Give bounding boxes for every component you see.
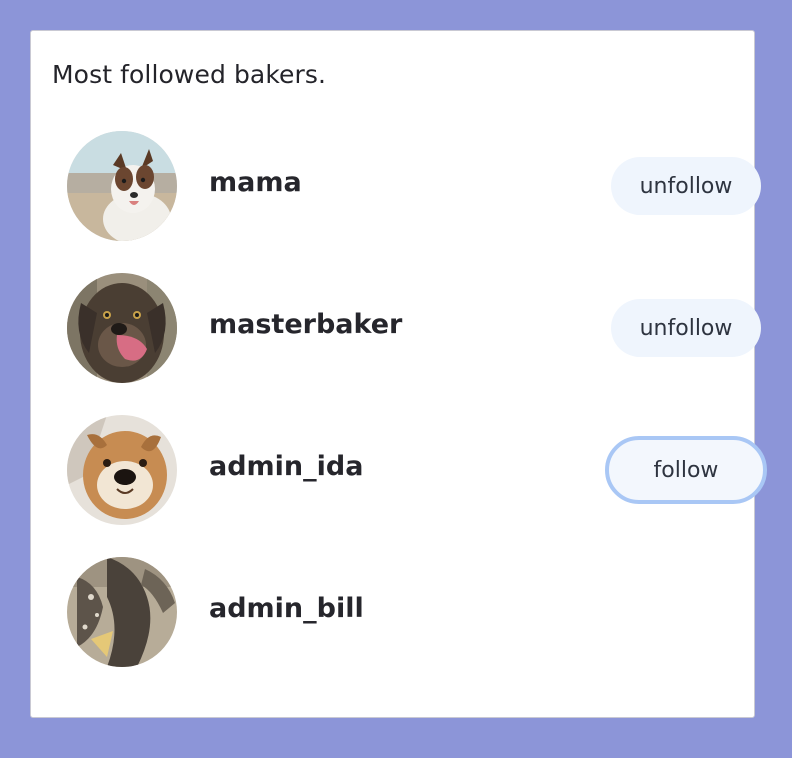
baker-row-masterbaker: masterbaker unfollow: [67, 273, 761, 383]
avatar: [67, 131, 177, 241]
most-followed-bakers-card: Most followed bakers. mama unfollow mast…: [30, 30, 767, 718]
follow-button[interactable]: follow: [605, 436, 767, 504]
baker-username: masterbaker: [209, 309, 403, 340]
avatar: [67, 273, 177, 383]
avatar: [67, 415, 177, 525]
baker-username: mama: [209, 167, 302, 198]
baker-row-admin-bill: admin_bill: [67, 557, 737, 667]
avatar: [67, 557, 177, 667]
baker-username: admin_bill: [209, 593, 364, 624]
unfollow-button[interactable]: unfollow: [611, 157, 761, 215]
baker-row-admin-ida: admin_ida follow: [67, 415, 767, 525]
baker-username: admin_ida: [209, 451, 364, 482]
card-title: Most followed bakers.: [52, 60, 327, 89]
baker-row-mama: mama unfollow: [67, 131, 761, 241]
unfollow-button[interactable]: unfollow: [611, 299, 761, 357]
